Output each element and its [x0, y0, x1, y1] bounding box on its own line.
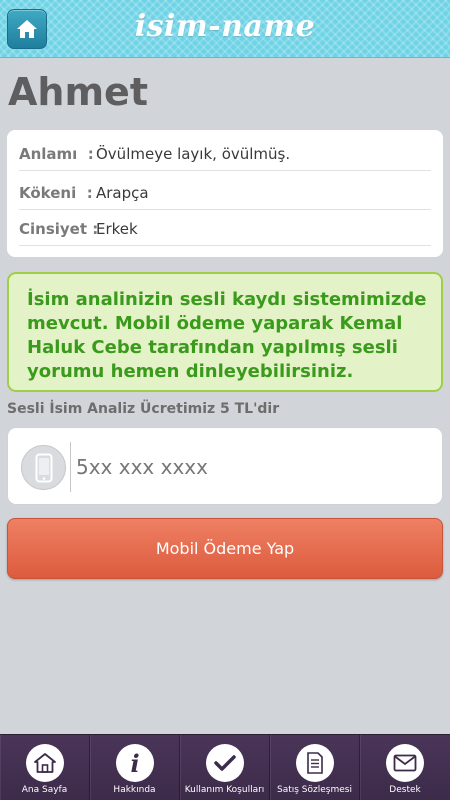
top-bar: isim-name: [0, 0, 450, 58]
tab-about[interactable]: i Hakkında: [90, 735, 180, 800]
tab-label: Destek: [389, 785, 421, 795]
tab-home[interactable]: Ana Sayfa: [0, 735, 90, 800]
bottom-tab-bar: Ana Sayfa i Hakkında Kullanım Koşulları …: [0, 734, 450, 800]
gender-label: Cinsiyet :: [19, 219, 99, 238]
envelope-icon: [386, 744, 424, 782]
checkmark-icon: [206, 744, 244, 782]
tab-terms-of-use[interactable]: Kullanım Koşulları: [180, 735, 270, 800]
info-icon: i: [116, 744, 154, 782]
phone-field-divider: [70, 442, 71, 492]
gender-value: Erkek: [96, 219, 138, 238]
phone-number-input[interactable]: [76, 450, 426, 484]
origin-value: Arapça: [96, 183, 149, 202]
tab-label: Kullanım Koşulları: [184, 785, 265, 795]
phone-icon: [21, 445, 66, 490]
app-title: isim-name: [134, 9, 316, 44]
origin-row: Kökeni : Arapça: [19, 176, 431, 210]
tab-label: Hakkında: [113, 785, 156, 795]
document-icon: [296, 744, 334, 782]
tab-support[interactable]: Destek: [360, 735, 450, 800]
name-heading: Ahmet: [8, 70, 148, 114]
meaning-value: Övülmeye layık, övülmüş.: [96, 144, 291, 163]
gender-row: Cinsiyet : Erkek: [19, 212, 431, 246]
tab-sales-agreement[interactable]: Satış Sözleşmesi: [270, 735, 360, 800]
meaning-label: Anlamı :: [19, 144, 94, 163]
house-icon: [26, 744, 64, 782]
price-label: Sesli İsim Analiz Ücretimiz 5 TL'dir: [7, 401, 280, 417]
name-details-card: Anlamı : Övülmeye layık, övülmüş. Kökeni…: [7, 130, 443, 257]
mobile-payment-button[interactable]: Mobil Ödeme Yap: [7, 518, 443, 579]
meaning-row: Anlamı : Övülmeye layık, övülmüş.: [19, 137, 431, 171]
tab-label: Satış Sözleşmesi: [277, 785, 352, 795]
tab-label: Ana Sayfa: [21, 785, 68, 795]
audio-analysis-notice: İsim analinizin sesli kaydı sistemimizde…: [7, 272, 443, 392]
phone-field-container: [7, 427, 443, 505]
origin-label: Kökeni :: [19, 183, 93, 202]
